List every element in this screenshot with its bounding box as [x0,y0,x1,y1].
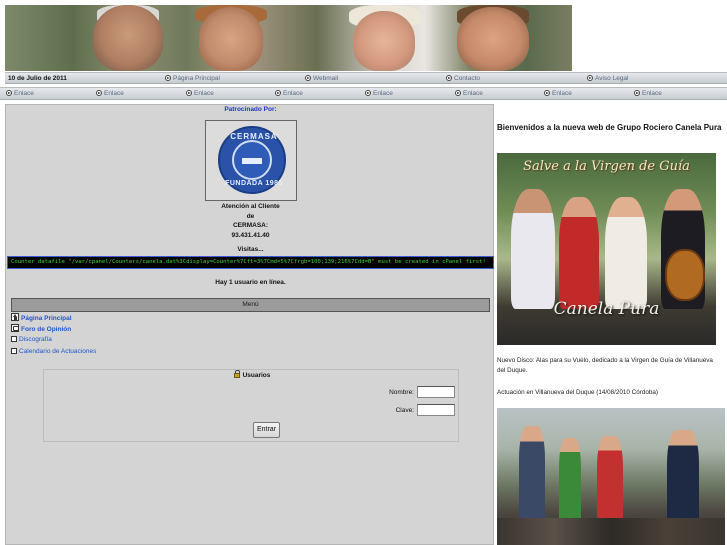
cermasa-seal-icon: CERMASA FUNDADA 1985 [218,126,286,194]
link-enlace-2[interactable]: Enlace [96,89,124,99]
attention-line-2: de [246,212,255,220]
link-bar: Enlace Enlace Enlace Enlace Enlace Enlac… [0,87,727,100]
link-enlace-7[interactable]: Enlace [544,89,572,99]
menu-item-pagina-principal[interactable]: Página Principal [11,313,72,323]
username-field[interactable] [417,386,455,398]
album-cover-image[interactable]: Salve a la Virgen de Guía Canela Pura [497,153,716,345]
link-enlace-8[interactable]: Enlace [634,89,662,99]
nav-contacto[interactable]: Contacto [446,74,480,84]
header-banner [5,5,572,71]
visit-counter-error: Counter datafile "/var/cpanel/Counters/c… [7,256,494,269]
arrow-circle-icon [446,75,452,81]
performance-photo[interactable] [497,408,725,545]
arrow-circle-icon [96,90,102,96]
photo-member-2 [559,197,599,309]
news-new-album: Nuevo Disco: Alas para su Vuelo, dedicad… [497,357,713,374]
home-icon [11,313,19,321]
logo-emblem [242,158,262,164]
photo-member-1 [511,189,555,309]
online-users: Hay 1 usuario en línea. [215,279,286,286]
link-enlace-3[interactable]: Enlace [186,89,214,99]
link-enlace-1[interactable]: Enlace [6,89,34,99]
left-column: Patrocinado Por: CERMASA FUNDADA 1985 At… [5,104,494,545]
sponsor-title: Patrocinado Por: [224,106,277,113]
logo-text-bottom: FUNDADA 1985 [225,180,283,187]
login-title: Usuarios [44,370,460,379]
banner-photo-member-4 [457,7,529,71]
password-field[interactable] [417,404,455,416]
link-enlace-6[interactable]: Enlace [455,89,483,99]
link-enlace-5[interactable]: Enlace [365,89,393,99]
username-label: Nombre: [389,389,414,396]
login-submit-button[interactable]: Entrar [253,422,280,438]
attention-phone: 93.431.41.40 [231,231,270,239]
password-label: Clave: [395,407,414,414]
current-date: 10 de Julio de 2011 [8,75,67,82]
arrow-circle-icon [275,90,281,96]
news-performance: Actuación en Villanueva del Duque (14/08… [497,389,658,396]
arrow-circle-icon [165,75,171,81]
login-box: Usuarios Nombre: Clave: Entrar [43,369,459,442]
arrow-circle-icon [305,75,311,81]
attention-line-3: CERMASA: [232,222,269,229]
nav-webmail[interactable]: Webmail [305,74,338,84]
menu-header: Menú [11,298,490,312]
nav-aviso-legal[interactable]: Aviso Legal [587,74,629,84]
checkbox-icon [11,348,17,354]
welcome-heading: Bienvenidos a la nueva web de Grupo Roci… [497,123,722,132]
chat-icon [11,324,19,332]
banner-photo-member-3 [353,11,415,71]
guitar-icon [665,249,705,301]
attention-line-1: Atención al Cliente [221,203,280,210]
arrow-circle-icon [186,90,192,96]
arrow-circle-icon [587,75,593,81]
menu-item-foro[interactable]: Foro de Opinión [11,324,71,334]
album-cover-signature: Canela Pura [553,299,660,319]
menu-item-calendario[interactable]: Calendario de Actuaciones [11,347,96,357]
arrow-circle-icon [634,90,640,96]
right-column: Bienvenidos a la nueva web de Grupo Roci… [495,104,727,545]
audience [497,518,725,545]
banner-photo-member-1 [93,5,163,71]
arrow-circle-icon [455,90,461,96]
lock-icon [233,370,240,378]
top-nav-bar: 10 de Julio de 2011 Página Principal Web… [5,72,727,84]
visits-label: Visitas... [237,246,264,253]
customer-service-info: Atención al Cliente de CERMASA: 93.431.4… [6,202,495,240]
checkbox-icon [11,336,17,342]
sponsor-logo[interactable]: CERMASA FUNDADA 1985 [205,120,297,201]
arrow-circle-icon [365,90,371,96]
logo-inner-ring [232,140,272,180]
link-enlace-4[interactable]: Enlace [275,89,303,99]
photo-member-3 [605,197,647,309]
banner-photo-member-2 [199,7,263,71]
album-cover-title: Salve a la Virgen de Guía [523,159,690,174]
nav-pagina-principal[interactable]: Página Principal [165,74,220,84]
menu-item-discografia[interactable]: Discografía [11,335,52,345]
arrow-circle-icon [544,90,550,96]
arrow-circle-icon [6,90,12,96]
